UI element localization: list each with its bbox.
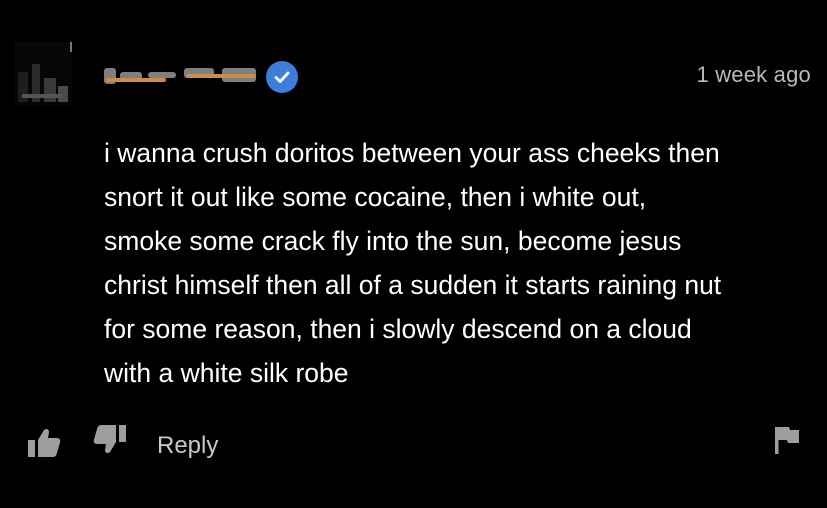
- username-redacted[interactable]: [104, 64, 264, 88]
- comment-line: smoke some crack fly into the sun, becom…: [104, 226, 682, 256]
- thumbs-up-icon: [28, 428, 61, 457]
- comment-line: for some reason, then i slowly descend o…: [104, 314, 692, 344]
- comment-text: i wanna crush doritos between your ass c…: [104, 131, 816, 395]
- comment-line: snort it out like some cocaine, then i w…: [104, 182, 647, 212]
- dislike-button[interactable]: [92, 422, 128, 456]
- thumbs-down-icon: [93, 425, 126, 454]
- reply-button[interactable]: Reply: [157, 430, 218, 462]
- verified-badge-icon: [266, 61, 298, 93]
- avatar[interactable]: [14, 42, 72, 106]
- like-button[interactable]: [26, 426, 62, 460]
- comment-line: christ himself then all of a sudden it s…: [104, 270, 722, 300]
- comment-line: i wanna crush doritos between your ass c…: [104, 138, 720, 168]
- timestamp: 1 week ago: [696, 62, 811, 87]
- flag-icon: [775, 427, 799, 454]
- report-button[interactable]: [772, 424, 802, 456]
- comment-line: with a white silk robe: [104, 358, 349, 388]
